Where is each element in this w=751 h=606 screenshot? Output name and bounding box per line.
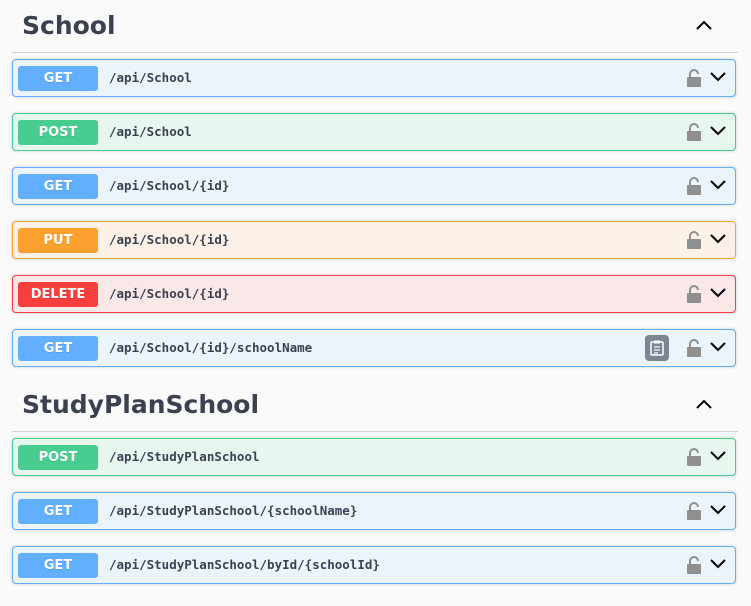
operation-path: /api/School/{id}	[109, 232, 230, 247]
swagger-page: School GET /api/School POST /api/School …	[0, 0, 751, 606]
unlocked-icon[interactable]	[687, 448, 701, 466]
chevron-down-icon[interactable]	[709, 125, 727, 137]
operation-path: /api/School	[109, 70, 192, 85]
section-title: StudyPlanSchool	[22, 390, 260, 419]
operation-path: /api/StudyPlanSchool/byId/{schoolId}	[109, 557, 380, 572]
operation-path: /api/School/{id}	[109, 286, 230, 301]
operation-delete-school-id[interactable]: DELETE /api/School/{id}	[12, 275, 736, 313]
section-header-school[interactable]: School	[12, 11, 738, 53]
chevron-down-icon[interactable]	[709, 341, 727, 353]
operation-post-studyplanschool[interactable]: POST /api/StudyPlanSchool	[12, 438, 736, 476]
unlocked-icon[interactable]	[687, 556, 701, 574]
operation-path: /api/School/{id}	[109, 178, 230, 193]
unlocked-icon[interactable]	[687, 177, 701, 195]
unlocked-icon[interactable]	[687, 231, 701, 249]
chevron-down-icon[interactable]	[709, 287, 727, 299]
chevron-up-icon[interactable]	[695, 397, 713, 411]
clipboard-icon	[650, 340, 664, 356]
method-badge: GET	[18, 499, 98, 524]
operation-get-studyplanschool-schoolname[interactable]: GET /api/StudyPlanSchool/{schoolName}	[12, 492, 736, 530]
operation-path: /api/School	[109, 124, 192, 139]
operation-get-school[interactable]: GET /api/School	[12, 59, 736, 97]
unlocked-icon[interactable]	[687, 339, 701, 357]
chevron-down-icon[interactable]	[709, 233, 727, 245]
chevron-up-icon[interactable]	[695, 18, 713, 32]
method-badge: DELETE	[18, 282, 98, 307]
operation-put-school-id[interactable]: PUT /api/School/{id}	[12, 221, 736, 259]
operation-get-school-id[interactable]: GET /api/School/{id}	[12, 167, 736, 205]
chevron-down-icon[interactable]	[709, 504, 727, 516]
method-badge: GET	[18, 553, 98, 578]
unlocked-icon[interactable]	[687, 123, 701, 141]
method-badge: GET	[18, 336, 98, 361]
unlocked-icon[interactable]	[687, 285, 701, 303]
chevron-down-icon[interactable]	[709, 450, 727, 462]
unlocked-icon[interactable]	[687, 69, 701, 87]
operation-post-school[interactable]: POST /api/School	[12, 113, 736, 151]
operation-get-school-id-schoolname[interactable]: GET /api/School/{id}/schoolName	[12, 329, 736, 367]
operation-path: /api/School/{id}/schoolName	[109, 340, 313, 355]
method-badge: GET	[18, 66, 98, 91]
copy-path-button[interactable]	[645, 335, 669, 361]
operation-get-studyplanschool-byid[interactable]: GET /api/StudyPlanSchool/byId/{schoolId}	[12, 546, 736, 584]
section-title: School	[22, 11, 116, 40]
section-header-studyplanschool[interactable]: StudyPlanSchool	[12, 390, 738, 432]
method-badge: PUT	[18, 228, 98, 253]
unlocked-icon[interactable]	[687, 502, 701, 520]
method-badge: POST	[18, 445, 98, 470]
method-badge: POST	[18, 120, 98, 145]
operation-path: /api/StudyPlanSchool	[109, 449, 260, 464]
chevron-down-icon[interactable]	[709, 558, 727, 570]
operation-path: /api/StudyPlanSchool/{schoolName}	[109, 503, 358, 518]
chevron-down-icon[interactable]	[709, 71, 727, 83]
method-badge: GET	[18, 174, 98, 199]
chevron-down-icon[interactable]	[709, 179, 727, 191]
